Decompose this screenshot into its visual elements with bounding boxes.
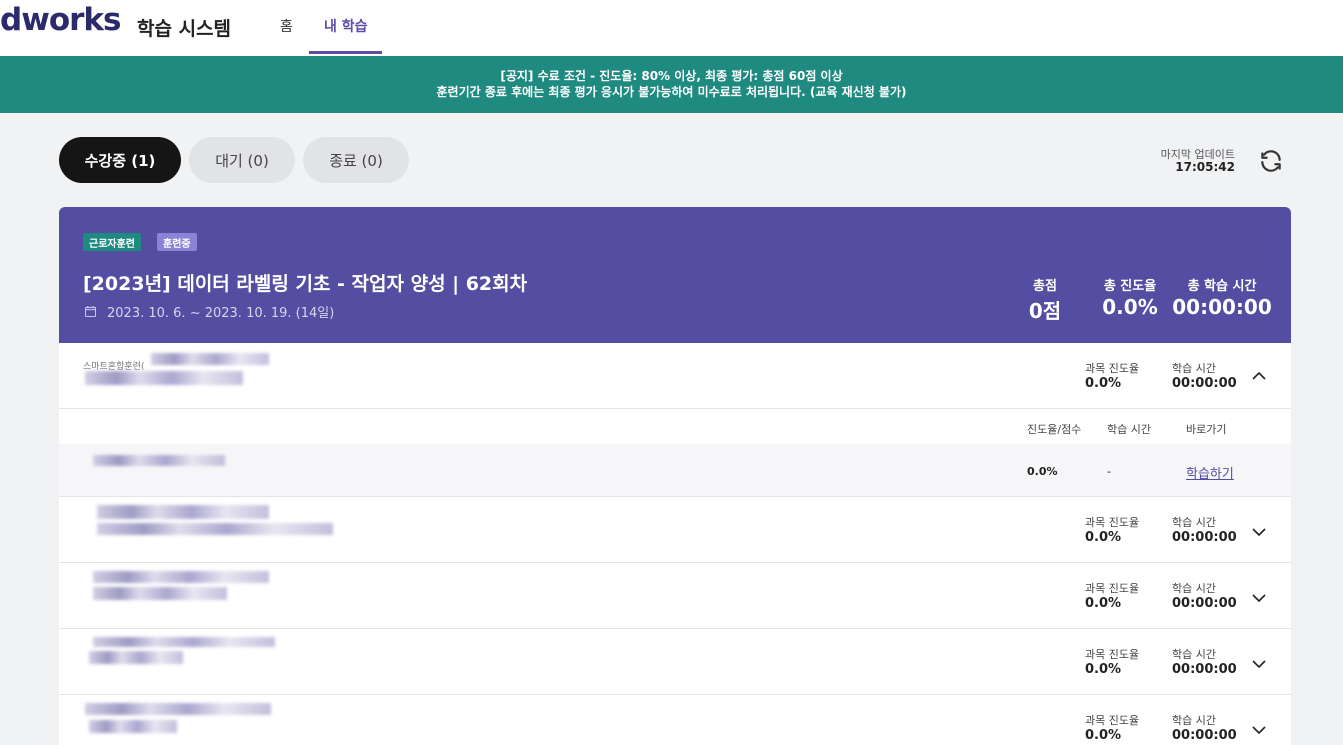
lesson-table-header: 진도율/점수 학습 시간 바로가기 [59,409,1291,445]
subject-time: 학습 시간 00:00:00 [1172,360,1237,391]
subject-progress: 과목 진도율 0.0% [1085,712,1139,743]
course-period: 2023. 10. 6. ~ 2023. 10. 19. (14일) [107,306,335,321]
course-title: [2023년] 데이터 라벨링 기초 - 작업자 양성 | 62회차 [83,273,528,295]
badge-in-training: 훈련중 [157,233,197,251]
chevron-down-icon[interactable] [1252,528,1266,536]
tab-ended[interactable]: 종료 (0) [303,137,409,183]
total-score-value: 0점 [1028,299,1062,323]
chevron-down-icon[interactable] [1252,594,1266,602]
logo[interactable]: dworks [0,2,121,38]
tab-in-progress[interactable]: 수강중 (1) [59,137,181,183]
subject-time-label: 학습 시간 [1172,362,1216,375]
blurred-text [151,353,269,365]
subject-progress-value: 0.0% [1085,596,1122,611]
header-shortcut: 바로가기 [1186,423,1227,436]
blurred-text [93,637,275,647]
subject-progress-value: 0.0% [1085,530,1122,545]
total-score-label: 총점 [1033,279,1057,294]
subject-progress: 과목 진도율 0.0% [1085,514,1139,545]
refresh-icon[interactable] [1258,148,1284,174]
total-study-time: 총 학습 시간 00:00:00 [1171,275,1273,319]
subject-progress-label: 과목 진도율 [1085,516,1140,529]
subject-progress-label: 과목 진도율 [1085,648,1140,661]
subject-row[interactable]: 과목 진도율 0.0% 학습 시간 00:00:00 [59,563,1291,629]
subject-progress-label: 과목 진도율 [1085,362,1140,375]
blurred-text [93,571,269,583]
study-link[interactable]: 학습하기 [1186,463,1234,482]
nav-my-learning[interactable]: 내 학습 [324,16,368,36]
subject-row[interactable]: 스마트혼합훈련( 과목 진도율 0.0% 학습 시간 00:00:00 [59,343,1291,409]
tab-waiting[interactable]: 대기 (0) [189,137,295,183]
course-card-header: 근로자훈련 훈련중 [2023년] 데이터 라벨링 기초 - 작업자 양성 | … [59,207,1291,343]
subject-progress-value: 0.0% [1085,728,1122,743]
course-card-body: 스마트혼합훈련( 과목 진도율 0.0% 학습 시간 00:00:00 진도율/… [59,343,1291,745]
subject-time: 학습 시간 00:00:00 [1172,712,1237,743]
subject-time: 학습 시간 00:00:00 [1172,580,1237,611]
total-score: 총점 0점 [1019,275,1071,324]
subject-time-value: 00:00:00 [1172,530,1237,545]
total-progress-label: 총 진도율 [1103,279,1157,294]
blurred-subject-title [93,587,227,600]
header-progress-score: 진도율/점수 [1027,423,1082,436]
lesson-progress: 0.0% [1027,465,1058,478]
subject-time-value: 00:00:00 [1172,662,1237,677]
subject-time: 학습 시간 00:00:00 [1172,646,1237,677]
nav-active-indicator [309,51,382,54]
blurred-lesson-title [93,455,225,466]
subject-progress-value: 0.0% [1085,376,1122,391]
blurred-subject-title [89,720,177,733]
nav-home[interactable]: 홈 [280,16,293,36]
subject-row[interactable]: 과목 진도율 0.0% 학습 시간 00:00:00 [59,629,1291,695]
subject-row[interactable]: 과목 진도율 0.0% 학습 시간 00:00:00 [59,497,1291,563]
subject-time-value: 00:00:00 [1172,376,1237,391]
subject-time-label: 학습 시간 [1172,516,1216,529]
subject-progress: 과목 진도율 0.0% [1085,646,1139,677]
subject-row[interactable]: 과목 진도율 0.0% 학습 시간 00:00:00 [59,695,1291,745]
total-progress-value: 0.0% [1102,295,1158,319]
calendar-icon [85,306,96,317]
subject-progress: 과목 진도율 0.0% [1085,580,1139,611]
badge-worker-training: 근로자훈련 [83,233,141,251]
total-progress: 총 진도율 0.0% [1083,275,1177,319]
subject-progress-label: 과목 진도율 [1085,582,1140,595]
subject-time-value: 00:00:00 [1172,728,1237,743]
chevron-up-icon[interactable] [1252,372,1266,380]
notice-line-2: 훈련기간 종료 후에는 최종 평가 응시가 불가능하여 미수료로 처리됩니다. … [436,85,907,99]
subject-time-label: 학습 시간 [1172,582,1216,595]
blurred-text [85,703,271,715]
blurred-subject-title [89,651,183,664]
blurred-text [97,505,269,519]
lesson-study-time: - [1107,465,1111,478]
last-update-time: 17:05:42 [1175,160,1235,174]
subject-time: 학습 시간 00:00:00 [1172,514,1237,545]
subject-progress-label: 과목 진도율 [1085,714,1140,727]
subject-time-value: 00:00:00 [1172,596,1237,611]
subject-time-label: 학습 시간 [1172,648,1216,661]
blurred-subject-title [97,523,333,535]
subject-progress: 과목 진도율 0.0% [1085,360,1139,391]
top-header: dworks 학습 시스템 홈 내 학습 [0,0,1343,56]
notice-line-1: [공지] 수료 조건 - 진도율: 80% 이상, 최종 평가: 총점 60점 … [500,69,843,83]
notice-banner: [공지] 수료 조건 - 진도율: 80% 이상, 최종 평가: 총점 60점 … [0,56,1343,113]
subject-progress-value: 0.0% [1085,662,1122,677]
system-title: 학습 시스템 [137,18,232,40]
chevron-down-icon[interactable] [1252,726,1266,734]
chevron-down-icon[interactable] [1252,660,1266,668]
total-study-time-value: 00:00:00 [1172,295,1272,319]
blurred-subject-title [85,371,243,385]
header-study-time: 학습 시간 [1107,423,1151,436]
total-study-time-label: 총 학습 시간 [1187,279,1257,294]
subject-time-label: 학습 시간 [1172,714,1216,727]
